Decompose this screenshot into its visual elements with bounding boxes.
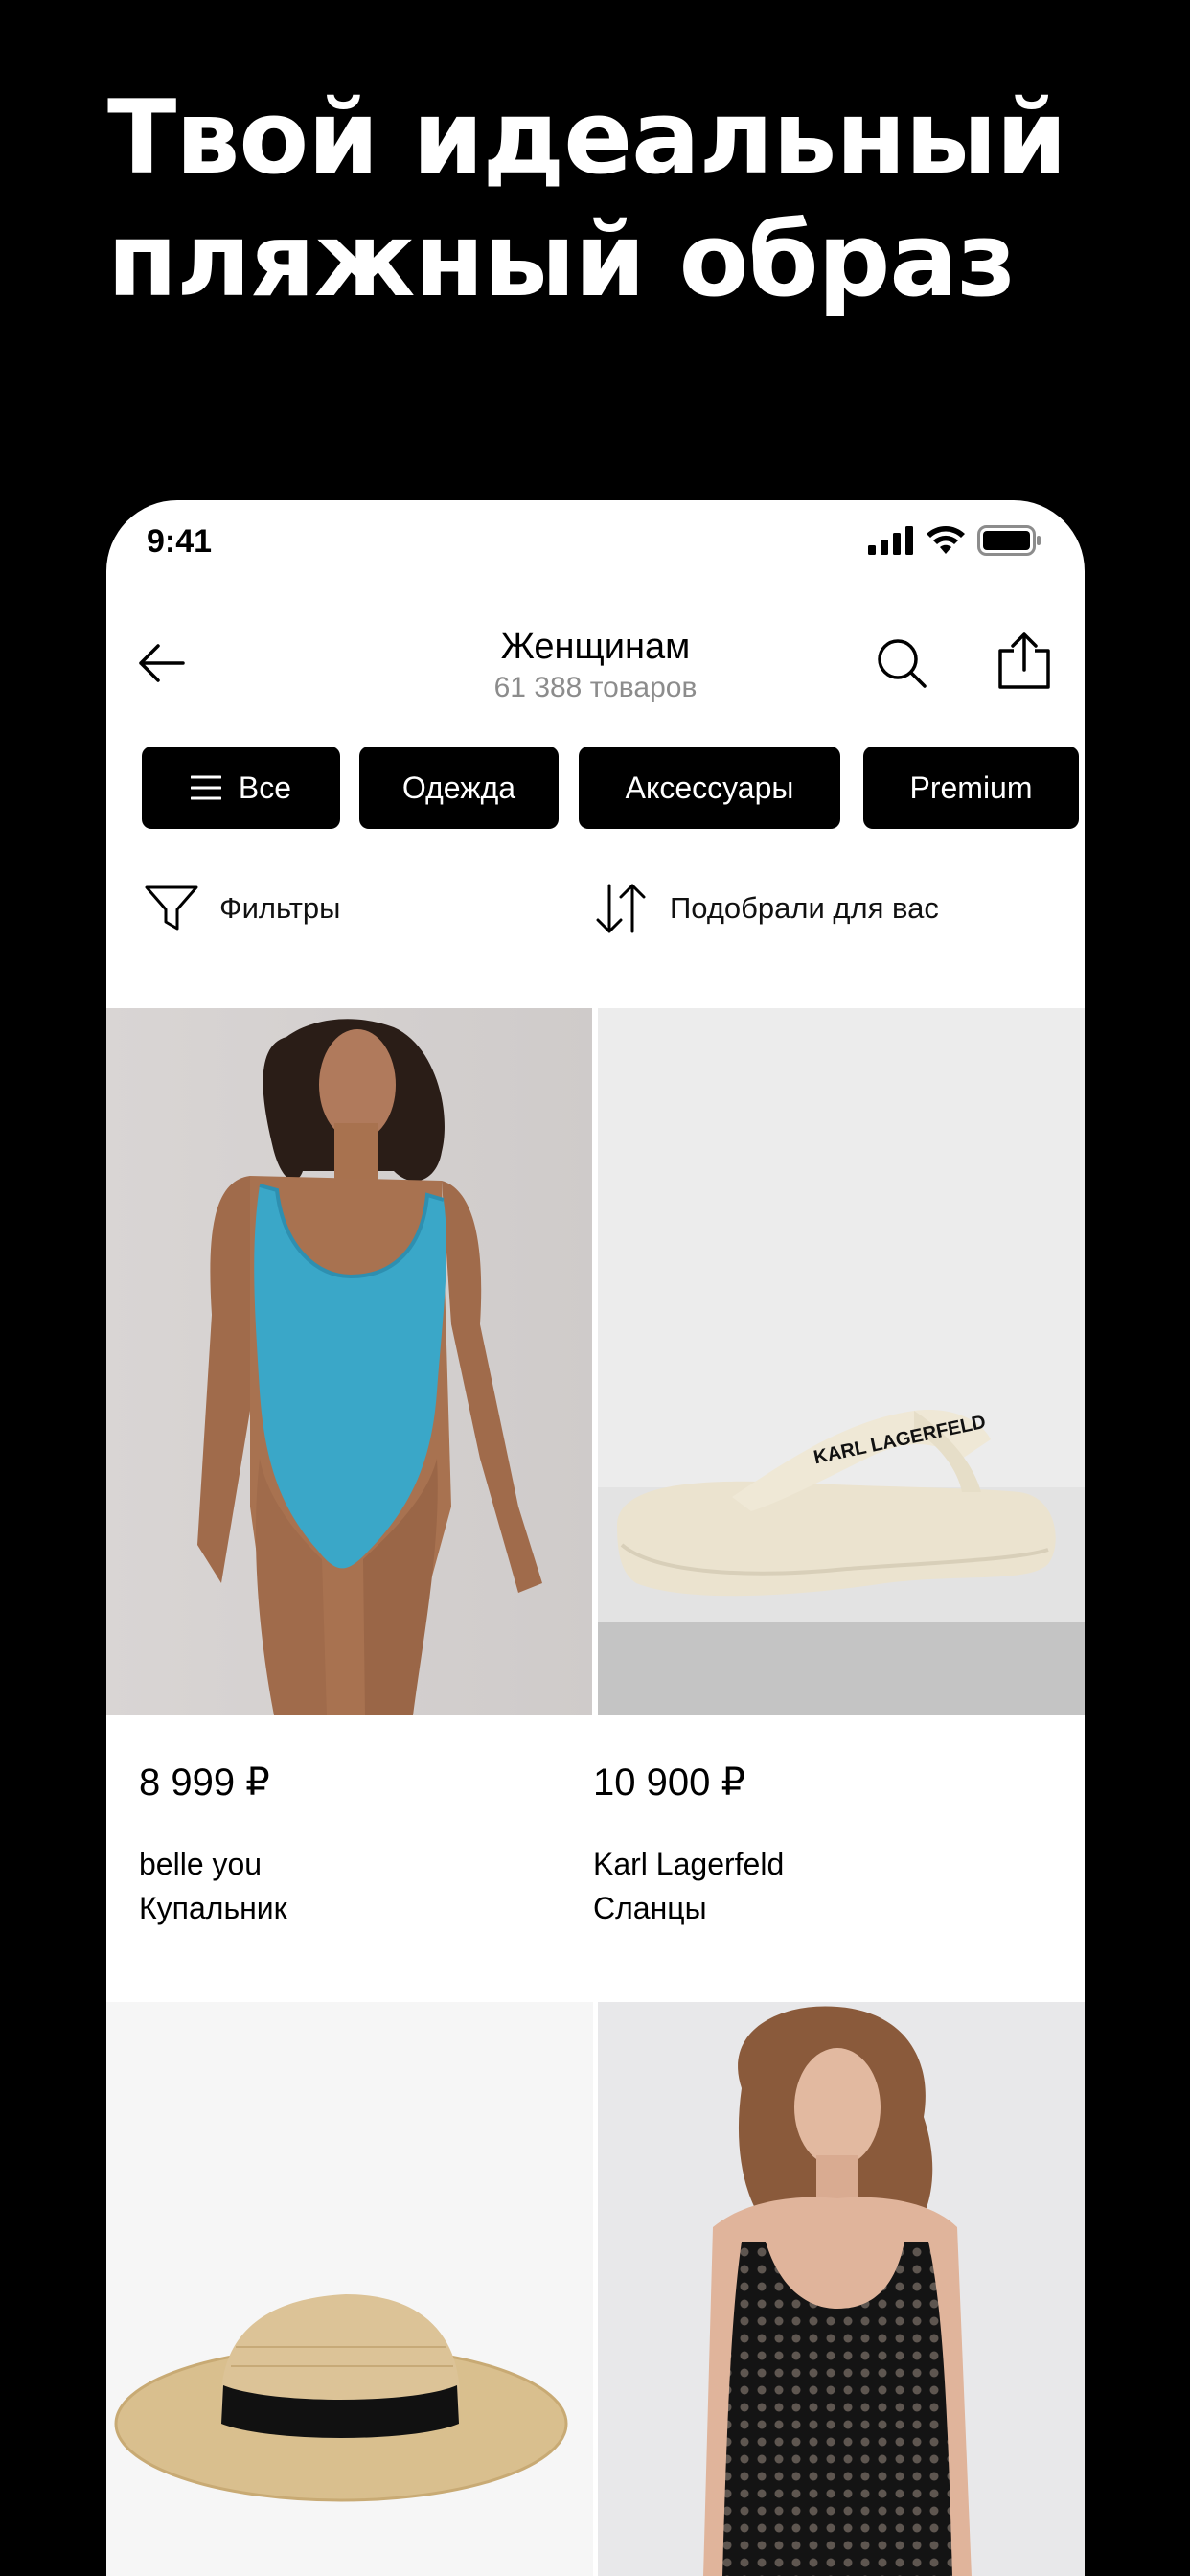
share-icon — [998, 632, 1050, 689]
search-button[interactable] — [873, 634, 930, 692]
wifi-icon — [927, 526, 965, 554]
chip-all[interactable]: Все — [142, 747, 340, 829]
nav-bar: Женщинам 61 388 товаров — [106, 596, 1085, 711]
funnel-icon — [145, 886, 198, 931]
product-image-hat[interactable] — [106, 2002, 593, 2576]
category-chips: Все Одежда Аксессуары Premium — [106, 747, 1085, 829]
cellular-signal-icon — [868, 526, 913, 555]
chip-premium-label: Premium — [909, 770, 1033, 805]
promo-headline: Твой идеальный пляжный образ — [107, 77, 1123, 322]
nav-title-block: Женщинам 61 388 товаров — [298, 625, 893, 707]
status-icons — [868, 523, 1042, 558]
product-type: Купальник — [139, 1891, 287, 1925]
product-brand: belle you — [139, 1847, 263, 1881]
product-type: Сланцы — [593, 1891, 707, 1925]
chip-clothing-label: Одежда — [401, 770, 516, 805]
chip-premium[interactable]: Premium — [863, 747, 1079, 829]
promo-headline-line1: Твой идеальный — [107, 79, 1067, 196]
status-bar: 9:41 — [106, 500, 1085, 577]
product-price: 10 900 ₽ — [593, 1761, 745, 1804]
product-count: 61 388 товаров — [493, 672, 698, 703]
arrow-left-icon — [139, 644, 185, 682]
toolbar: Фильтры Подобрали для вас — [106, 862, 1085, 954]
chip-all-label: Все — [238, 770, 292, 805]
page-title: Женщинам — [500, 627, 691, 667]
promo-headline-line2: пляжный образ — [107, 201, 1017, 319]
filters-label: Фильтры — [219, 891, 341, 925]
product-image-dress[interactable] — [598, 2002, 1085, 2576]
menu-icon — [190, 775, 221, 800]
chip-clothing[interactable]: Одежда — [359, 747, 559, 829]
battery-icon — [977, 525, 1041, 556]
phone-screen: 9:41 Женщинам 61 388 товаров Все Одежда … — [106, 500, 1085, 2576]
sort-label: Подобрали для вас — [670, 891, 939, 925]
product-image-flipflops[interactable]: KARL LAGERFELD — [598, 1008, 1085, 1715]
share-button[interactable] — [994, 631, 1055, 692]
status-time: 9:41 — [147, 523, 213, 560]
filters-button[interactable]: Фильтры — [145, 862, 340, 954]
sort-button[interactable]: Подобрали для вас — [593, 862, 939, 954]
back-button[interactable] — [133, 634, 191, 692]
chip-accessories-label: Аксессуары — [625, 770, 794, 805]
product-brand: Karl Lagerfeld — [593, 1847, 785, 1881]
product-image-swimsuit[interactable] — [106, 1008, 593, 1715]
search-icon — [878, 639, 927, 688]
sort-arrows-icon — [596, 884, 646, 933]
chip-accessories[interactable]: Аксессуары — [579, 747, 840, 829]
product-price: 8 999 ₽ — [139, 1761, 270, 1804]
